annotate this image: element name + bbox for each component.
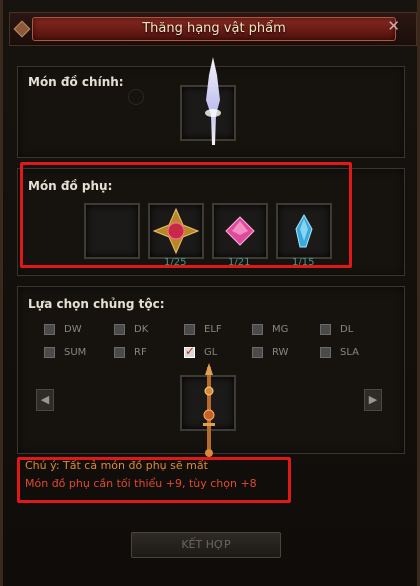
main-item-label: Món đồ chính:	[28, 75, 124, 89]
race-selection-label: Lựa chọn chủng tộc:	[28, 297, 165, 311]
notes-highlight	[17, 457, 291, 503]
race-checkbox[interactable]	[44, 323, 55, 335]
race-checkbox[interactable]	[252, 346, 263, 358]
race-checkbox[interactable]	[44, 346, 55, 358]
race-option-mg[interactable]: MG	[252, 322, 288, 336]
race-selection-panel: Lựa chọn chủng tộc: DW DK ELF MG DL SUM …	[17, 286, 405, 457]
title-bar: Thăng hạng vật phẩm ✕	[9, 12, 417, 46]
title-plate: Thăng hạng vật phẩm	[32, 17, 396, 41]
bg-emblem-icon	[128, 89, 144, 105]
window-title: Thăng hạng vật phẩm	[142, 21, 286, 36]
prev-arrow-button[interactable]: ◀	[36, 389, 54, 411]
sub-items-highlight	[20, 162, 352, 268]
main-item-panel: Món đồ chính:	[17, 57, 405, 158]
race-checkbox[interactable]	[184, 323, 195, 335]
race-checkbox[interactable]	[252, 323, 263, 335]
race-checkbox[interactable]	[114, 346, 125, 358]
race-option-rw[interactable]: RW	[252, 345, 288, 359]
race-option-dl[interactable]: DL	[320, 322, 353, 336]
lance-icon	[203, 363, 215, 457]
race-checkbox[interactable]	[320, 346, 331, 358]
race-option-gl[interactable]: ✓ GL	[184, 343, 217, 359]
race-checkbox-checked[interactable]: ✓	[184, 343, 196, 358]
race-checkbox[interactable]	[320, 323, 331, 335]
race-option-dw[interactable]: DW	[44, 322, 82, 336]
sword-icon	[205, 57, 221, 145]
close-icon[interactable]: ✕	[387, 17, 400, 35]
race-option-rf[interactable]: RF	[114, 345, 147, 359]
checkmark-icon: ✓	[185, 343, 196, 358]
race-checkbox[interactable]	[114, 323, 125, 335]
corner-ornament-icon	[13, 20, 31, 38]
next-arrow-button[interactable]: ▶	[364, 389, 382, 411]
combine-button[interactable]: KẾT HỢP	[131, 532, 281, 558]
race-option-dk[interactable]: DK	[114, 322, 148, 336]
race-option-sla[interactable]: SLA	[320, 345, 359, 359]
race-option-sum[interactable]: SUM	[44, 345, 86, 359]
upgrade-window: Thăng hạng vật phẩm ✕ Món đồ chính: Món …	[0, 0, 420, 586]
race-option-elf[interactable]: ELF	[184, 322, 222, 336]
